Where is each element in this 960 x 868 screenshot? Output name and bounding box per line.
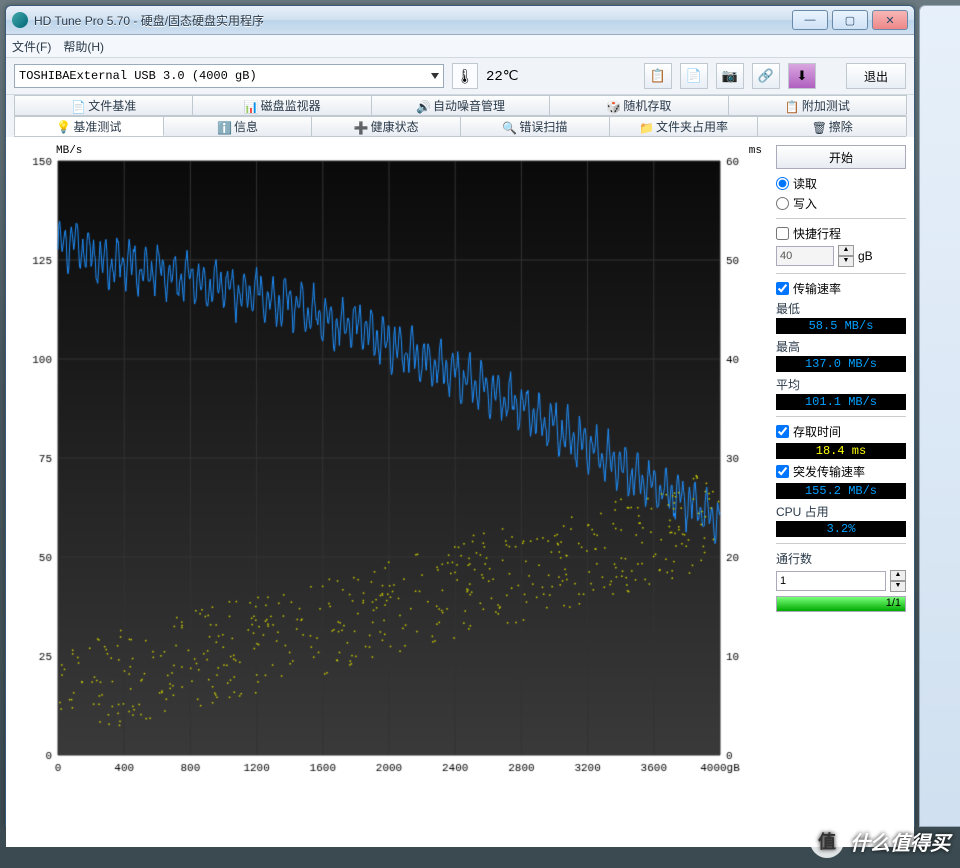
min-label: 最低 (776, 300, 906, 317)
tab-health[interactable]: ➕ 健康状态 (311, 116, 461, 136)
erase-icon: 🗑 (812, 121, 824, 133)
drive-select-value: TOSHIBAExternal USB 3.0 (4000 gB) (19, 69, 257, 83)
copy-screenshot-button[interactable]: 📄 (680, 63, 708, 89)
tab-label: 磁盘监视器 (261, 97, 321, 114)
disk-monitor-icon: 📊 (244, 100, 256, 112)
tab-label: 擦除 (829, 118, 853, 135)
access-time-checkbox[interactable] (776, 425, 789, 438)
menu-help[interactable]: 帮助(H) (63, 38, 104, 55)
titlebar[interactable]: HD Tune Pro 5.70 - 硬盘/固态硬盘实用程序 — ▢ ✕ (6, 6, 914, 35)
save-button[interactable]: ⬇ (788, 63, 816, 89)
drive-select[interactable]: TOSHIBAExternal USB 3.0 (4000 gB) (14, 64, 444, 88)
tab-error-scan[interactable]: 🔍 错误扫描 (460, 116, 610, 136)
shortstroke-checkbox[interactable] (776, 227, 789, 240)
burst-rate-label: 突发传输速率 (793, 463, 865, 480)
access-time-value: 18.4 ms (776, 443, 906, 459)
tab-folder-usage[interactable]: 📁 文件夹占用率 (609, 116, 759, 136)
shortstroke-spinner: ▲▼ (838, 245, 854, 267)
tab-extra-tests[interactable]: 📋 附加测试 (728, 95, 907, 115)
exit-button[interactable]: 退出 (846, 63, 906, 89)
shortstroke-input (776, 246, 834, 266)
transfer-rate-label: 传输速率 (793, 280, 841, 297)
tabs-upper: 📄 文件基准 📊 磁盘监视器 🔊 自动噪音管理 🎲 随机存取 📋 附加测试 (14, 95, 906, 116)
aam-icon: 🔊 (416, 100, 428, 112)
write-radio-row: 写入 (776, 195, 906, 212)
tab-label: 文件夹占用率 (656, 118, 728, 135)
watermark-text: 什么值得买 (850, 827, 950, 856)
menubar: 文件(F) 帮助(H) (6, 35, 914, 58)
tab-file-benchmark[interactable]: 📄 文件基准 (14, 95, 193, 115)
temperature-value: 22℃ (486, 68, 519, 85)
shortstroke-label: 快捷行程 (793, 225, 841, 242)
progress-text: 1/1 (886, 597, 901, 609)
tabs-lower: 💡 基准测试 ℹ️ 信息 ➕ 健康状态 🔍 错误扫描 📁 文件夹占用率 🗑 擦除 (14, 116, 906, 137)
error-scan-icon: 🔍 (502, 121, 514, 133)
tab-label: 基准测试 (73, 118, 121, 135)
cpu-label: CPU 占用 (776, 503, 906, 520)
file-benchmark-icon: 📄 (71, 100, 83, 112)
main-window: HD Tune Pro 5.70 - 硬盘/固态硬盘实用程序 — ▢ ✕ 文件(… (5, 5, 915, 827)
shortstroke-unit: gB (858, 249, 873, 263)
tab-erase[interactable]: 🗑 擦除 (757, 116, 907, 136)
dropdown-caret-icon (431, 73, 439, 79)
transfer-rate-checkbox[interactable] (776, 282, 789, 295)
toolbar: TOSHIBAExternal USB 3.0 (4000 gB) 🌡 22℃ … (6, 58, 914, 95)
right-axis-label: ms (749, 145, 762, 157)
avg-value: 101.1 MB/s (776, 394, 906, 410)
max-label: 最高 (776, 338, 906, 355)
benchmark-chart (14, 145, 754, 785)
benchmark-icon: 💡 (56, 120, 68, 132)
passes-label: 通行数 (776, 550, 906, 567)
tab-disk-monitor[interactable]: 📊 磁盘监视器 (192, 95, 371, 115)
max-value: 137.0 MB/s (776, 356, 906, 372)
tab-label: 文件基准 (88, 97, 136, 114)
copy-info-button[interactable]: 📋 (644, 63, 672, 89)
menu-file[interactable]: 文件(F) (12, 38, 51, 55)
close-button[interactable]: ✕ (872, 10, 908, 30)
write-label: 写入 (793, 195, 817, 212)
tab-benchmark[interactable]: 💡 基准测试 (14, 116, 164, 136)
controls-panel: 开始 读取 写入 快捷行程 ▲▼ gB (766, 145, 906, 839)
tab-label: 随机存取 (623, 97, 671, 114)
left-axis-label: MB/s (56, 145, 82, 157)
watermark: 值 什么值得买 (810, 824, 950, 858)
screenshot-button[interactable]: 📷 (716, 63, 744, 89)
tab-label: 自动噪音管理 (433, 97, 505, 114)
burst-rate-checkbox[interactable] (776, 465, 789, 478)
tab-label: 健康状态 (371, 118, 419, 135)
chart-area: MB/s ms (14, 145, 766, 839)
random-access-icon: 🎲 (606, 100, 618, 112)
thermometer-icon: 🌡 (452, 63, 478, 89)
tab-label: 错误扫描 (519, 118, 567, 135)
progress-bar: 1/1 (776, 596, 906, 612)
min-value: 58.5 MB/s (776, 318, 906, 334)
options-button[interactable]: 🔗 (752, 63, 780, 89)
cpu-value: 3.2% (776, 521, 906, 537)
avg-label: 平均 (776, 376, 906, 393)
read-label: 读取 (793, 175, 817, 192)
access-time-label: 存取时间 (793, 423, 841, 440)
tab-info[interactable]: ℹ️ 信息 (163, 116, 313, 136)
tab-label: 信息 (234, 118, 258, 135)
tab-random-access[interactable]: 🎲 随机存取 (549, 95, 728, 115)
tab-label: 附加测试 (802, 97, 850, 114)
passes-input[interactable] (776, 571, 886, 591)
read-radio-row: 读取 (776, 175, 906, 192)
tab-aam[interactable]: 🔊 自动噪音管理 (371, 95, 550, 115)
app-icon (12, 12, 28, 28)
health-icon: ➕ (354, 121, 366, 133)
read-radio[interactable] (776, 177, 789, 190)
burst-rate-value: 155.2 MB/s (776, 483, 906, 499)
folder-usage-icon: 📁 (639, 121, 651, 133)
passes-spinner[interactable]: ▲▼ (890, 570, 906, 592)
write-radio[interactable] (776, 197, 789, 210)
extra-tests-icon: 📋 (785, 100, 797, 112)
maximize-button[interactable]: ▢ (832, 10, 868, 30)
info-icon: ℹ️ (217, 121, 229, 133)
start-button[interactable]: 开始 (776, 145, 906, 169)
watermark-icon: 值 (810, 824, 844, 858)
window-title: HD Tune Pro 5.70 - 硬盘/固态硬盘实用程序 (34, 12, 792, 29)
minimize-button[interactable]: — (792, 10, 828, 30)
background-window (919, 5, 960, 827)
